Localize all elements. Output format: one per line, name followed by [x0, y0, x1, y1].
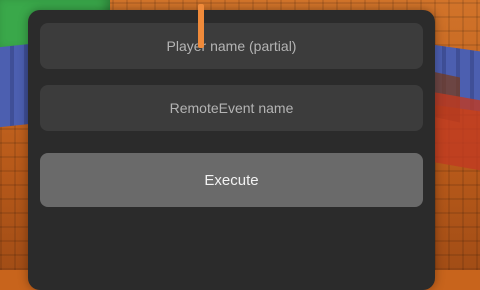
execute-button-label: Execute — [204, 171, 259, 189]
player-name-input[interactable]: Player name (partial) — [40, 23, 423, 69]
remote-event-input[interactable]: RemoteEvent name — [40, 85, 423, 131]
execute-button[interactable]: Execute — [40, 153, 423, 207]
text-cursor-indicator — [198, 4, 204, 48]
player-name-placeholder: Player name (partial) — [166, 38, 297, 54]
executor-panel: Player name (partial) RemoteEvent name E… — [28, 10, 435, 290]
remote-event-placeholder: RemoteEvent name — [169, 100, 294, 116]
